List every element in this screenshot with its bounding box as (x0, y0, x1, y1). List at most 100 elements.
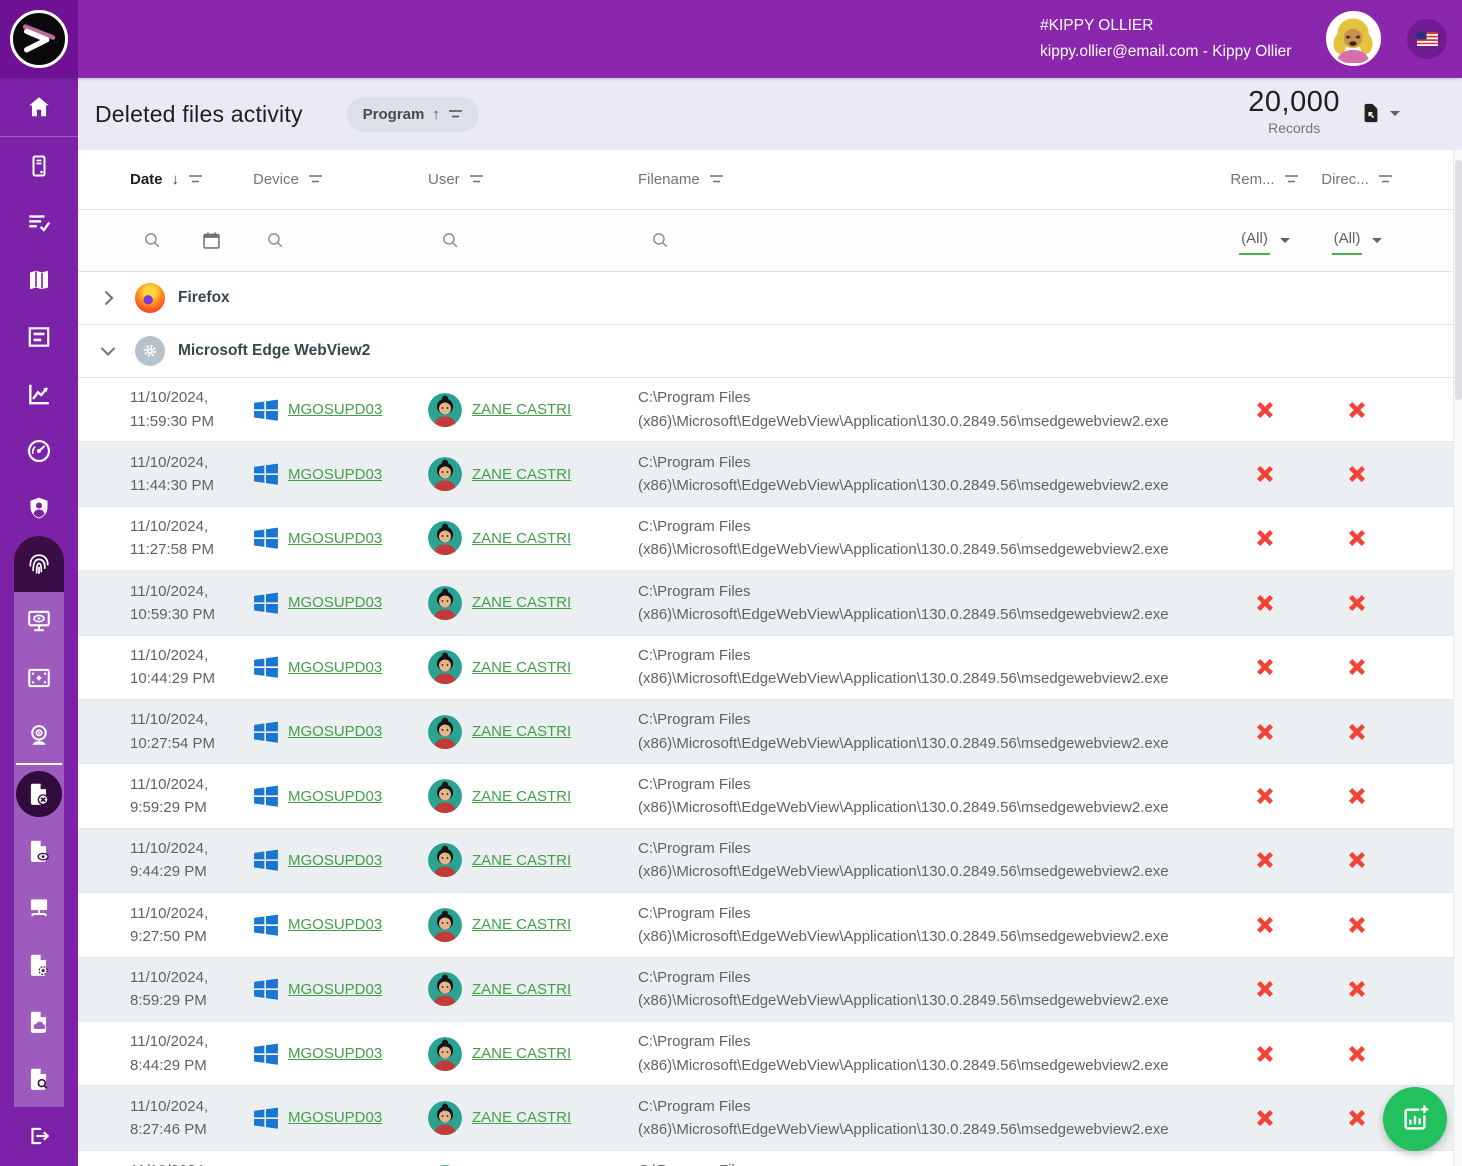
user-avatar-icon (428, 908, 462, 942)
user-avatar[interactable] (1326, 11, 1381, 66)
column-header-date[interactable]: Date ↓ (130, 171, 203, 188)
group-label: Firefox (178, 289, 230, 307)
device-link[interactable]: MGOSUPD03 (288, 981, 382, 998)
table-row: 11/10/2024, 7:59:30 PM MGOSUPD03 (78, 1151, 1453, 1166)
user-avatar-icon (428, 393, 462, 427)
sidebar-item-activity-log[interactable] (0, 194, 78, 251)
export-button[interactable] (1360, 102, 1400, 124)
device-link[interactable]: MGOSUPD03 (288, 916, 382, 933)
column-header-filename[interactable]: Filename (638, 171, 724, 188)
sidebar-item-logout[interactable] (0, 1107, 78, 1164)
user-link[interactable]: ZANE CASTRI (472, 981, 571, 998)
chevron-right-icon[interactable] (96, 286, 120, 310)
user-avatar-icon (428, 1101, 462, 1135)
user-link[interactable]: ZANE CASTRI (472, 916, 571, 933)
sidebar-item-deleted-files[interactable] (14, 765, 64, 822)
column-header-device[interactable]: Device (253, 171, 323, 188)
user-link[interactable]: ZANE CASTRI (472, 401, 571, 418)
column-header-remote[interactable]: Rem... (1230, 171, 1298, 188)
device-link[interactable]: MGOSUPD03 (288, 723, 382, 740)
group-row-edge-webview[interactable]: Microsoft Edge WebView2 (78, 325, 1453, 378)
filename-search-field[interactable] (638, 230, 1216, 251)
search-icon (440, 230, 461, 251)
user-link[interactable]: ZANE CASTRI (472, 1045, 571, 1062)
page-header: Deleted files activity Program ↑ 20,000 … (78, 78, 1462, 150)
filter-lines-icon[interactable] (188, 174, 203, 185)
sidebar-item-file-search[interactable] (14, 1050, 64, 1107)
group-row-firefox[interactable]: Firefox (78, 272, 1453, 325)
sidebar-item-screen-monitoring[interactable] (14, 592, 64, 649)
row-filename: C:\Program Files (x86)\Microsoft\EdgeWeb… (638, 451, 1216, 498)
sidebar-item-dashboard[interactable] (0, 422, 78, 479)
user-link[interactable]: ZANE CASTRI (472, 659, 571, 676)
sidebar-item-file-cloud[interactable] (14, 993, 64, 1050)
file-cloud-icon (26, 1009, 52, 1035)
scrollbar-thumb[interactable] (1455, 160, 1462, 400)
sidebar-item-webcam[interactable] (14, 706, 64, 763)
date-picker-button[interactable] (201, 230, 222, 251)
filter-lines-icon[interactable] (1284, 174, 1299, 185)
user-link[interactable]: ZANE CASTRI (472, 594, 571, 611)
device-search-field[interactable] (253, 230, 286, 251)
directory-no-icon (1344, 525, 1370, 551)
sidebar-item-home[interactable] (0, 78, 78, 136)
table-scrollbar[interactable] (1453, 150, 1462, 1166)
device-link[interactable]: MGOSUPD03 (288, 1045, 382, 1062)
sidebar-item-network-share[interactable] (14, 879, 64, 936)
user-link[interactable]: ZANE CASTRI (472, 788, 571, 805)
user-link[interactable]: ZANE CASTRI (472, 530, 571, 547)
language-flag-button[interactable] (1407, 19, 1447, 59)
filter-lines-icon[interactable] (709, 174, 724, 185)
device-link[interactable]: MGOSUPD03 (288, 659, 382, 676)
chevron-down-icon[interactable] (96, 339, 120, 363)
brand-logo-area[interactable] (0, 0, 78, 78)
us-flag-icon (1417, 32, 1438, 46)
device-link[interactable]: MGOSUPD03 (288, 466, 382, 483)
directory-no-icon (1344, 1041, 1370, 1067)
sidebar-item-file-viewed[interactable] (14, 822, 64, 879)
select-caret-icon (1372, 238, 1382, 243)
device-link[interactable]: MGOSUPD03 (288, 594, 382, 611)
row-filename: C:\Program Files (x86)\Microsoft\EdgeWeb… (638, 773, 1216, 820)
filter-lines-icon[interactable] (1378, 174, 1393, 185)
windows-icon (253, 912, 279, 938)
sidebar-item-fingerprint[interactable] (14, 536, 64, 592)
device-tower-icon (27, 154, 51, 178)
directory-filter-select[interactable]: (All) (1332, 227, 1363, 255)
remote-no-icon (1252, 976, 1278, 1002)
row-date: 11/10/2024, 11:27:58 PM (78, 515, 253, 562)
user-search-field[interactable] (428, 230, 461, 251)
screenshot-frame-icon (26, 665, 52, 691)
sidebar-item-analytics[interactable] (0, 365, 78, 422)
user-link[interactable]: ZANE CASTRI (472, 852, 571, 869)
device-link[interactable]: MGOSUPD03 (288, 401, 382, 418)
webcam-icon (26, 722, 52, 748)
device-link[interactable]: MGOSUPD03 (288, 1109, 382, 1126)
sidebar-item-screenshots[interactable] (14, 649, 64, 706)
device-link[interactable]: MGOSUPD03 (288, 530, 382, 547)
account-info: #KIPPY OLLIER kippy.ollier@email.com - K… (1040, 13, 1291, 65)
sidebar-item-map[interactable] (0, 251, 78, 308)
column-header-user[interactable]: User (428, 171, 484, 188)
date-search-field[interactable] (130, 230, 163, 251)
filter-lines-icon (448, 109, 463, 120)
row-date: 11/10/2024, 10:44:29 PM (78, 644, 253, 691)
remote-filter-select[interactable]: (All) (1239, 227, 1270, 255)
device-link[interactable]: MGOSUPD03 (288, 788, 382, 805)
user-link[interactable]: ZANE CASTRI (472, 1109, 571, 1126)
sidebar-item-security[interactable] (0, 479, 78, 536)
sidebar-item-reports[interactable] (0, 308, 78, 365)
user-link[interactable]: ZANE CASTRI (472, 723, 571, 740)
sidebar-item-file-settings[interactable] (14, 936, 64, 993)
sidebar-item-devices[interactable] (0, 137, 78, 194)
device-link[interactable]: MGOSUPD03 (288, 852, 382, 869)
column-header-directory[interactable]: Direc... (1321, 171, 1393, 188)
row-filename: C:\Program Files (x86)\Microsoft\EdgeWeb… (638, 644, 1216, 691)
group-by-chip[interactable]: Program ↑ (347, 97, 479, 132)
records-value: 20,000 (1248, 86, 1340, 119)
add-report-fab[interactable] (1383, 1087, 1447, 1151)
monitor-eye-icon (26, 608, 52, 634)
filter-lines-icon[interactable] (469, 174, 484, 185)
user-link[interactable]: ZANE CASTRI (472, 466, 571, 483)
filter-lines-icon[interactable] (308, 174, 323, 185)
